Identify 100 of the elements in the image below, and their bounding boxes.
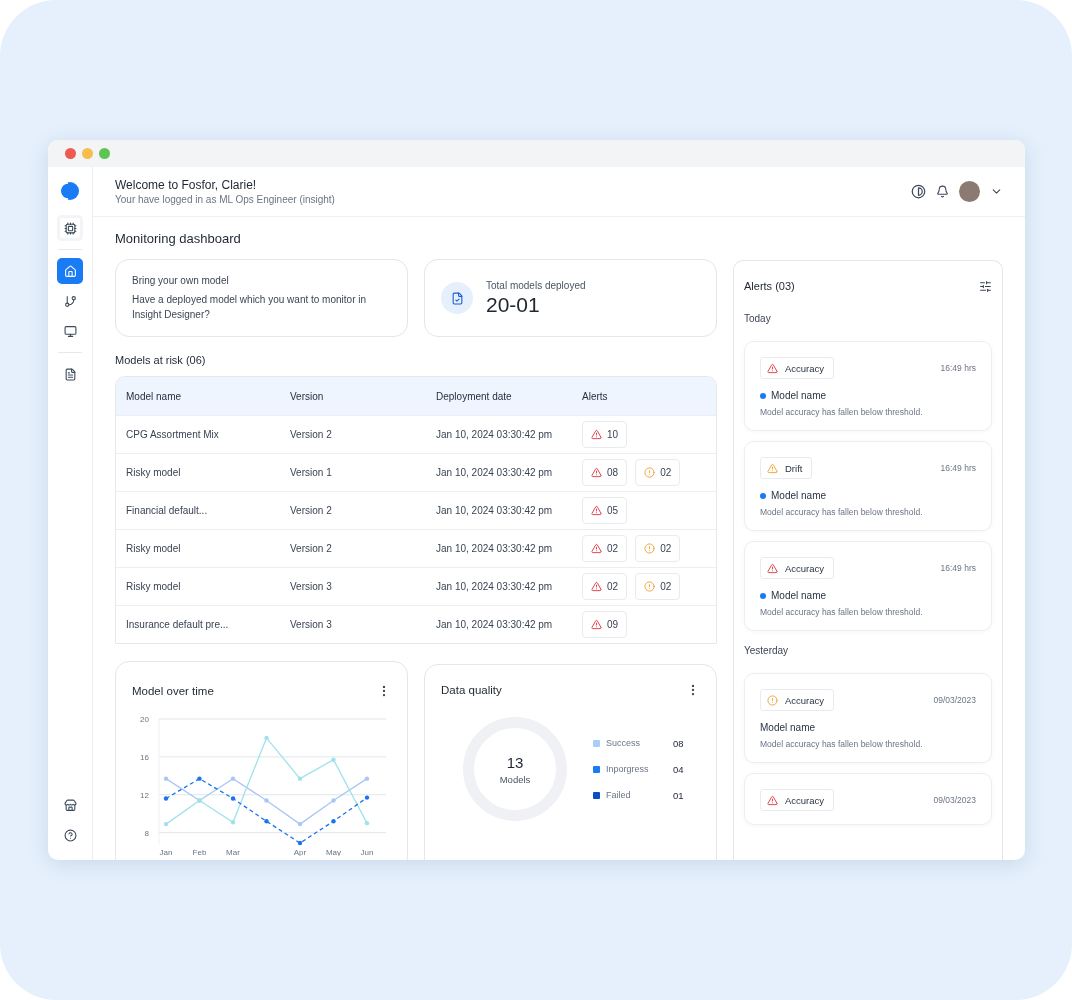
alert-message: Model accuracy has fallen below threshold. (760, 607, 924, 617)
model-name: Model name (760, 722, 816, 733)
alert-count-chip[interactable]: 02 (582, 535, 628, 562)
sidebar-button[interactable] (57, 215, 83, 241)
axis-label: Feb (192, 848, 207, 856)
theme-icon[interactable] (911, 184, 926, 199)
alert-tag: Accuracy (760, 689, 835, 711)
panel-title: Alerts (03) (744, 280, 795, 292)
card-title: Bring your own model (132, 275, 230, 286)
alert-card[interactable]: Accuracy 09/03/2023 Model name Model accuracy has fallen below threshold. (744, 673, 992, 763)
table-cell-text: Risky model (126, 543, 182, 554)
table-cell-text: Version 1 (290, 467, 333, 478)
group-label: Today (744, 313, 772, 324)
alert-tag: Accuracy (760, 357, 835, 379)
warning-triangle-icon (591, 429, 602, 440)
alert-message: Model accuracy has fallen below threshold. (760, 739, 924, 749)
help-icon (63, 828, 77, 842)
alert-tag: Drift (760, 457, 813, 479)
alert-count-chip[interactable]: 09 (582, 611, 628, 638)
alert-count-chip[interactable]: 02 (635, 535, 681, 562)
warning-triangle-icon (591, 619, 602, 630)
column-header: Alerts (582, 390, 609, 402)
table-cell-text: Jan 10, 2024 03:30:42 pm (436, 429, 554, 440)
alert-time: 09/03/2023 (933, 695, 976, 705)
role-subtitle: Your have logged in as ML Ops Engineer (insight) (115, 194, 335, 205)
exclamation-circle-icon (767, 694, 778, 706)
table-cell-text: Financial default... (126, 505, 209, 516)
alert-tag: Accuracy (760, 557, 835, 579)
close-dot[interactable] (65, 148, 76, 159)
exclamation-circle-icon (644, 581, 656, 592)
alert-card[interactable]: Accuracy 09/03/2023 (744, 773, 992, 825)
table-cell-text: Version 2 (290, 505, 333, 516)
warning-triangle-icon (591, 467, 602, 478)
alert-count-chip[interactable]: 05 (582, 497, 628, 524)
warning-triangle-icon (767, 794, 778, 806)
maximize-dot[interactable] (99, 148, 110, 159)
alert-message: Model accuracy has fallen below threshold. (760, 507, 924, 517)
alert-card[interactable]: Drift 16:49 hrs Model name Model accuracy has fallen below threshold. (744, 441, 992, 531)
axis-label: Mar (226, 848, 240, 856)
alert-tag: Accuracy (760, 789, 835, 811)
chip-icon (63, 221, 77, 235)
table-cell-text: Version 3 (290, 619, 333, 630)
alert-count-chip[interactable]: 02 (582, 573, 628, 600)
alert-time: 16:49 hrs (940, 563, 976, 573)
column-header: Model name (126, 390, 183, 402)
alert-message: Model accuracy has fallen below threshold. (760, 407, 924, 417)
section-title: Models at risk (06) (115, 354, 207, 366)
warning-triangle-icon (767, 562, 778, 574)
table-cell-text: CPG Assortment Mix (126, 429, 220, 440)
chart-title: Model over time (132, 685, 214, 697)
logo-icon (60, 181, 80, 201)
alert-time: 16:49 hrs (940, 363, 976, 373)
table-cell-text: Insurance default pre... (126, 619, 230, 630)
alert-count-chip[interactable]: 10 (582, 421, 628, 448)
welcome-title: Welcome to Fosfor, Clarie! (115, 178, 258, 192)
axis-label: Jan (159, 848, 173, 856)
filter-icon[interactable] (979, 279, 992, 293)
legend-value: 04 (673, 763, 684, 775)
alert-time: 09/03/2023 (933, 795, 976, 805)
alert-count-chip[interactable]: 08 (582, 459, 628, 486)
minimize-dot[interactable] (82, 148, 93, 159)
alert-time: 16:49 hrs (940, 463, 976, 473)
card-text: Have a deployed model which you want to monitor in Insight Designer? (132, 293, 368, 322)
axis-label: Jun (360, 848, 374, 856)
warning-triangle-icon (767, 362, 778, 374)
table-cell-text: Risky model (126, 581, 182, 592)
donut-total: 13 (506, 753, 524, 771)
byom-card[interactable]: Bring your own model Have a deployed model which you want to monitor in Insight Designer? (115, 259, 408, 337)
table-cell-text: Jan 10, 2024 03:30:42 pm (436, 581, 554, 592)
sidebar-button[interactable] (57, 258, 83, 284)
legend-label: Failed (606, 790, 631, 800)
table-cell-text: Version 2 (290, 429, 333, 440)
axis-label: 8 (144, 828, 149, 838)
stat-value: 20-01 (486, 292, 541, 317)
home-icon (63, 264, 77, 278)
legend-value: 01 (673, 789, 684, 801)
document-check-icon (441, 282, 473, 314)
avatar[interactable] (959, 181, 980, 202)
notification-bell-icon[interactable] (936, 185, 949, 198)
document-icon (63, 367, 77, 381)
group-label: Yesterday (744, 645, 790, 656)
axis-label: 20 (140, 715, 149, 724)
alert-count-chip[interactable]: 02 (635, 573, 681, 600)
warning-triangle-icon (767, 462, 778, 474)
legend-value: 08 (673, 737, 684, 749)
warning-triangle-icon (591, 581, 602, 592)
legend-label: Inporgress (606, 764, 649, 774)
table-cell-text: Version 2 (290, 543, 333, 554)
column-header: Version (290, 390, 325, 402)
alert-card[interactable]: Accuracy 16:49 hrs Model name Model accuracy has fallen below threshold. (744, 341, 992, 431)
card-title: Data quality (441, 684, 502, 696)
alert-count-chip[interactable]: 02 (635, 459, 681, 486)
axis-label: 16 (140, 752, 149, 762)
model-name: Model name (771, 590, 827, 601)
monitor-icon (63, 324, 77, 338)
axis-label: Apr (293, 848, 307, 856)
table-cell-text: Jan 10, 2024 03:30:42 pm (436, 619, 554, 630)
table-cell-text: Jan 10, 2024 03:30:42 pm (436, 467, 554, 478)
table-cell-text: Jan 10, 2024 03:30:42 pm (436, 543, 554, 554)
alert-card[interactable]: Accuracy 16:49 hrs Model name Model accuracy has fallen below threshold. (744, 541, 992, 631)
